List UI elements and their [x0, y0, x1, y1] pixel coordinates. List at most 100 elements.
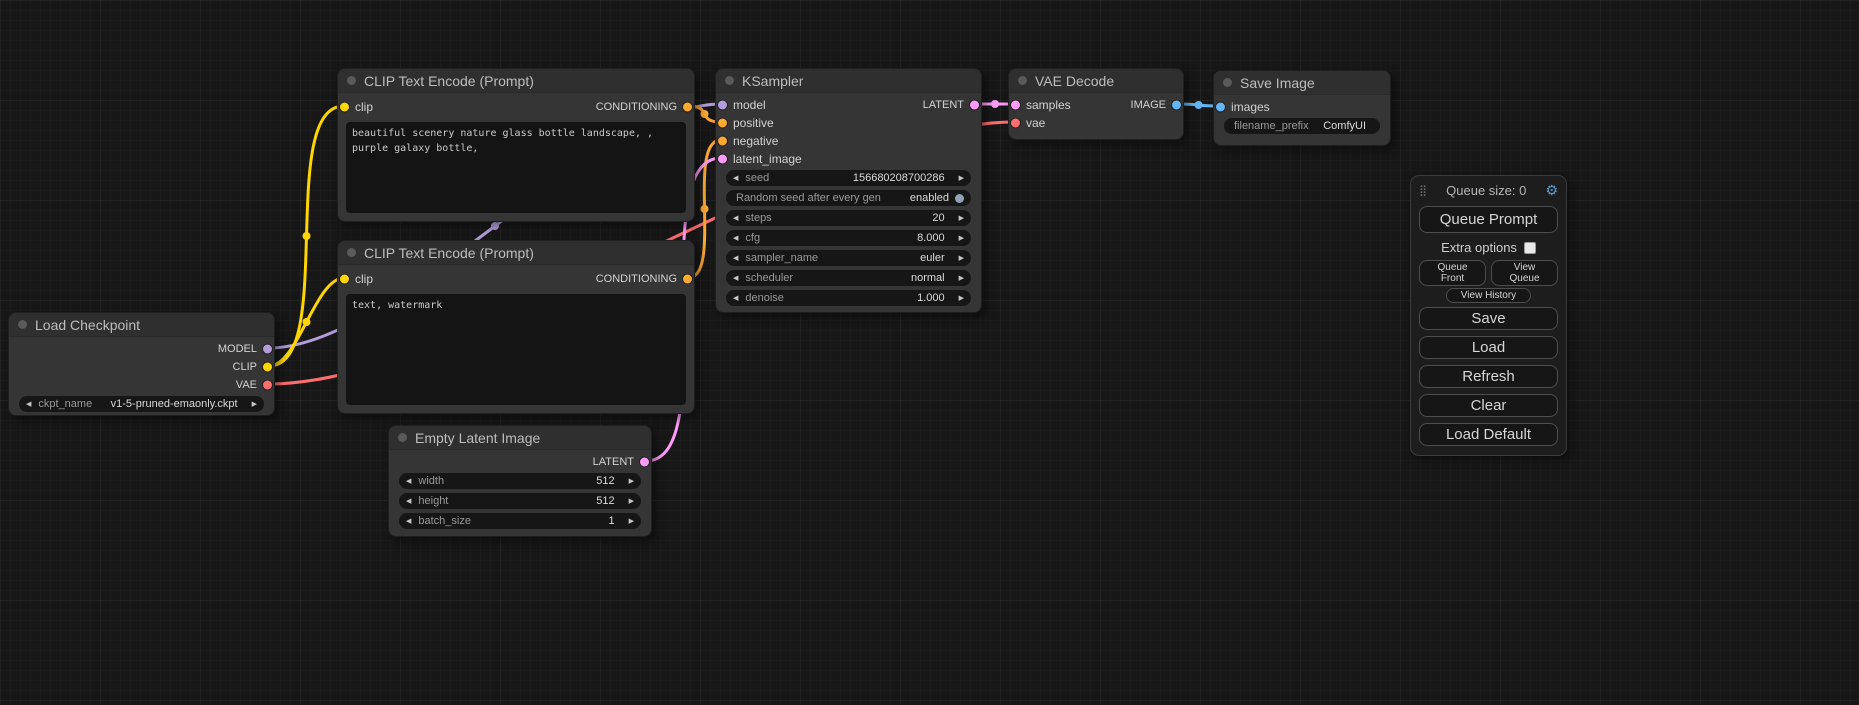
clear-button[interactable]: Clear [1419, 394, 1558, 417]
samples-input-port[interactable] [1011, 101, 1020, 110]
arrow-right-icon[interactable]: ▶ [629, 478, 634, 485]
wire-midpoint-dot [701, 110, 709, 118]
arrow-right-icon[interactable]: ▶ [959, 235, 964, 242]
arrow-right-icon[interactable]: ▶ [959, 295, 964, 302]
widget-scheduler[interactable]: ◀ scheduler normal ▶ [726, 270, 971, 286]
arrow-left-icon[interactable]: ◀ [406, 518, 411, 525]
widget-filename-prefix[interactable]: filename_prefix ComfyUI [1224, 118, 1380, 134]
wire-midpoint-dot [1195, 101, 1203, 109]
node-clip-text-encode-1[interactable]: CLIP Text Encode (Prompt) clip CONDITION… [337, 68, 695, 222]
output-row-model: MODEL [9, 340, 274, 358]
collapse-dot-icon[interactable] [347, 76, 356, 85]
widget-cfg[interactable]: ◀ cfg 8.000 ▶ [726, 230, 971, 246]
node-title-label: Load Checkpoint [35, 317, 140, 333]
node-title-bar[interactable]: CLIP Text Encode (Prompt) [338, 69, 694, 93]
arrow-right-icon[interactable]: ▶ [959, 215, 964, 222]
gear-icon[interactable]: ⚙ [1545, 182, 1558, 199]
arrow-right-icon[interactable]: ▶ [959, 175, 964, 182]
clip-input-port[interactable] [340, 103, 349, 112]
prompt-textarea[interactable]: text, watermark [346, 294, 686, 405]
latent-image-input-port[interactable] [718, 155, 727, 164]
node-save-image[interactable]: Save Image images filename_prefix ComfyU… [1213, 70, 1391, 146]
node-title-bar[interactable]: Empty Latent Image [389, 426, 651, 450]
arrow-left-icon[interactable]: ◀ [733, 235, 738, 242]
arrow-right-icon[interactable]: ▶ [959, 275, 964, 282]
arrow-left-icon[interactable]: ◀ [406, 498, 411, 505]
arrow-left-icon[interactable]: ◀ [733, 215, 738, 222]
graph-canvas[interactable]: { "colors": { "model": "#B39DDB", "clip"… [0, 0, 1859, 705]
collapse-dot-icon[interactable] [18, 320, 27, 329]
drag-handle-icon[interactable]: ⣿ [1419, 184, 1427, 197]
positive-input-port[interactable] [718, 119, 727, 128]
output-row-clip: CLIP [9, 358, 274, 376]
images-input-port[interactable] [1216, 103, 1225, 112]
vae-output-port[interactable] [263, 381, 272, 390]
model-output-port[interactable] [263, 345, 272, 354]
extra-options-checkbox[interactable] [1524, 242, 1536, 254]
arrow-right-icon[interactable]: ▶ [629, 498, 634, 505]
node-title-bar[interactable]: VAE Decode [1009, 69, 1183, 93]
input-row-positive: positive [716, 114, 885, 132]
refresh-button[interactable]: Refresh [1419, 365, 1558, 388]
seed-toggle-icon[interactable] [955, 194, 964, 203]
load-default-button[interactable]: Load Default [1419, 423, 1558, 446]
collapse-dot-icon[interactable] [347, 248, 356, 257]
node-title-label: VAE Decode [1035, 73, 1114, 89]
input-row-negative: negative [716, 132, 885, 150]
widget-seed[interactable]: ◀ seed 156680208700286 ▶ [726, 170, 971, 186]
widget-ckpt-name[interactable]: ◀ ckpt_name v1-5-pruned-emaonly.ckpt ▶ [19, 396, 264, 412]
node-empty-latent-image[interactable]: Empty Latent Image LATENT ◀ width 512 ▶ … [388, 425, 652, 537]
node-ksampler[interactable]: KSampler model positive negative la [715, 68, 982, 313]
node-title-bar[interactable]: KSampler [716, 69, 981, 93]
arrow-right-icon[interactable]: ▶ [959, 255, 964, 262]
node-title-bar[interactable]: Save Image [1214, 71, 1390, 95]
collapse-dot-icon[interactable] [1223, 78, 1232, 87]
latent-output-port[interactable] [640, 458, 649, 467]
image-output-port[interactable] [1172, 101, 1181, 110]
collapse-dot-icon[interactable] [1018, 76, 1027, 85]
vae-input-port[interactable] [1011, 119, 1020, 128]
widget-width[interactable]: ◀ width 512 ▶ [399, 473, 641, 489]
arrow-left-icon[interactable]: ◀ [733, 275, 738, 282]
conditioning-output-port[interactable] [683, 275, 692, 284]
queue-front-button[interactable]: Queue Front [1419, 260, 1486, 286]
arrow-right-icon[interactable]: ▶ [252, 401, 257, 408]
node-title-label: Empty Latent Image [415, 430, 540, 446]
widget-height[interactable]: ◀ height 512 ▶ [399, 493, 641, 509]
arrow-right-icon[interactable]: ▶ [629, 518, 634, 525]
node-clip-text-encode-2[interactable]: CLIP Text Encode (Prompt) clip CONDITION… [337, 240, 695, 414]
arrow-left-icon[interactable]: ◀ [733, 255, 738, 262]
node-load-checkpoint[interactable]: Load Checkpoint MODEL CLIP VAE ◀ ckpt_na… [8, 312, 275, 416]
arrow-left-icon[interactable]: ◀ [733, 175, 738, 182]
node-title-bar[interactable]: CLIP Text Encode (Prompt) [338, 241, 694, 265]
widget-denoise[interactable]: ◀ denoise 1.000 ▶ [726, 290, 971, 306]
prompt-textarea[interactable]: beautiful scenery nature glass bottle la… [346, 122, 686, 213]
node-vae-decode[interactable]: VAE Decode samples IMAGE vae [1008, 68, 1184, 140]
model-input-port[interactable] [718, 101, 727, 110]
output-row-latent: LATENT [389, 453, 651, 471]
widget-steps[interactable]: ◀ steps 20 ▶ [726, 210, 971, 226]
collapse-dot-icon[interactable] [725, 76, 734, 85]
latent-output-port[interactable] [970, 101, 979, 110]
menu-panel: ⣿ Queue size: 0 ⚙ Queue Prompt Extra opt… [1410, 175, 1567, 456]
widget-sampler-name[interactable]: ◀ sampler_name euler ▶ [726, 250, 971, 266]
clip-input-port[interactable] [340, 275, 349, 284]
queue-prompt-button[interactable]: Queue Prompt [1419, 206, 1558, 233]
node-title-bar[interactable]: Load Checkpoint [9, 313, 274, 337]
widget-random-seed[interactable]: Random seed after every gen enabled [726, 190, 971, 206]
save-button[interactable]: Save [1419, 307, 1558, 330]
arrow-left-icon[interactable]: ◀ [733, 295, 738, 302]
view-history-button[interactable]: View History [1446, 288, 1531, 303]
conditioning-output-port[interactable] [683, 103, 692, 112]
negative-input-port[interactable] [718, 137, 727, 146]
arrow-left-icon[interactable]: ◀ [406, 478, 411, 485]
node-title-label: Save Image [1240, 75, 1315, 91]
clip-output-port[interactable] [263, 363, 272, 372]
load-button[interactable]: Load [1419, 336, 1558, 359]
view-queue-button[interactable]: View Queue [1491, 260, 1558, 286]
collapse-dot-icon[interactable] [398, 433, 407, 442]
wire-midpoint-dot [991, 100, 999, 108]
arrow-left-icon[interactable]: ◀ [26, 401, 31, 408]
port-label: CONDITIONING [596, 273, 694, 285]
widget-batch-size[interactable]: ◀ batch_size 1 ▶ [399, 513, 641, 529]
